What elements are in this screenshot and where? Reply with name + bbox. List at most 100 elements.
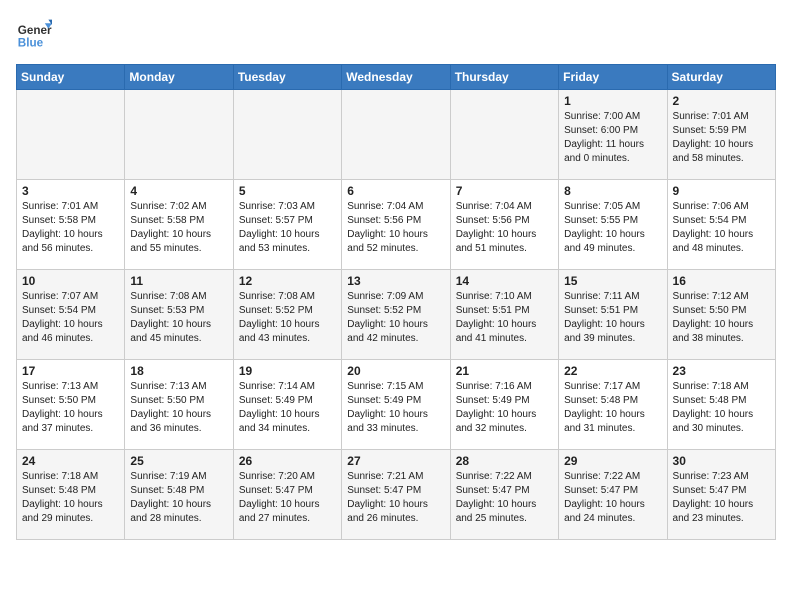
day-info: Sunrise: 7:03 AM Sunset: 5:57 PM Dayligh…: [239, 200, 336, 256]
calendar-cell: 7 Sunrise: 7:04 AM Sunset: 5:56 PM Daylig…: [450, 180, 558, 270]
day-info: Sunrise: 7:17 AM Sunset: 5:48 PM Dayligh…: [564, 380, 661, 436]
calendar-cell: 16Sunrise: 7:12 AM Sunset: 5:50 PM Dayli…: [667, 270, 775, 360]
day-number: 13: [347, 274, 444, 288]
day-number: 4: [130, 184, 227, 198]
calendar-cell: 26 Sunrise: 7:20 AM Sunset: 5:47 PM Dayli…: [233, 450, 341, 540]
day-info: Sunrise: 7:11 AM Sunset: 5:51 PM Dayligh…: [564, 290, 661, 346]
day-info: Sunrise: 7:00 AM Sunset: 6:00 PM Dayligh…: [564, 110, 661, 166]
day-number: 14: [456, 274, 553, 288]
calendar-table: SundayMondayTuesdayWednesdayThursdayFrid…: [16, 64, 776, 540]
calendar-cell: 29 Sunrise: 7:22 AM Sunset: 5:47 PM Dayli…: [559, 450, 667, 540]
day-number: 24: [22, 454, 119, 468]
weekday-header-sunday: Sunday: [17, 65, 125, 90]
calendar-cell: 1 Sunrise: 7:00 AM Sunset: 6:00 PM Daylig…: [559, 90, 667, 180]
day-info: Sunrise: 7:04 AM Sunset: 5:56 PM Dayligh…: [456, 200, 553, 256]
weekday-header-saturday: Saturday: [667, 65, 775, 90]
weekday-header-thursday: Thursday: [450, 65, 558, 90]
calendar-cell: 2Sunrise: 7:01 AM Sunset: 5:59 PM Daylig…: [667, 90, 775, 180]
calendar-cell: 22 Sunrise: 7:17 AM Sunset: 5:48 PM Dayli…: [559, 360, 667, 450]
logo-icon: General Blue: [16, 16, 52, 52]
day-number: 17: [22, 364, 119, 378]
day-info: Sunrise: 7:09 AM Sunset: 5:52 PM Dayligh…: [347, 290, 444, 346]
calendar-cell: 10 Sunrise: 7:07 AM Sunset: 5:54 PM Dayli…: [17, 270, 125, 360]
calendar-cell: 30Sunrise: 7:23 AM Sunset: 5:47 PM Dayli…: [667, 450, 775, 540]
calendar-cell: 6Sunrise: 7:04 AM Sunset: 5:56 PM Daylig…: [342, 180, 450, 270]
day-number: 15: [564, 274, 661, 288]
day-number: 21: [456, 364, 553, 378]
day-number: 12: [239, 274, 336, 288]
day-number: 18: [130, 364, 227, 378]
calendar-cell: 15 Sunrise: 7:11 AM Sunset: 5:51 PM Dayli…: [559, 270, 667, 360]
day-info: Sunrise: 7:12 AM Sunset: 5:50 PM Dayligh…: [673, 290, 770, 346]
day-number: 26: [239, 454, 336, 468]
day-number: 9: [673, 184, 770, 198]
calendar-cell: 18 Sunrise: 7:13 AM Sunset: 5:50 PM Dayli…: [125, 360, 233, 450]
weekday-header-monday: Monday: [125, 65, 233, 90]
day-info: Sunrise: 7:18 AM Sunset: 5:48 PM Dayligh…: [673, 380, 770, 436]
day-info: Sunrise: 7:02 AM Sunset: 5:58 PM Dayligh…: [130, 200, 227, 256]
day-number: 19: [239, 364, 336, 378]
day-number: 1: [564, 94, 661, 108]
day-number: 22: [564, 364, 661, 378]
weekday-header-tuesday: Tuesday: [233, 65, 341, 90]
calendar-cell: 11 Sunrise: 7:08 AM Sunset: 5:53 PM Dayli…: [125, 270, 233, 360]
day-info: Sunrise: 7:10 AM Sunset: 5:51 PM Dayligh…: [456, 290, 553, 346]
calendar-cell: 3 Sunrise: 7:01 AM Sunset: 5:58 PM Daylig…: [17, 180, 125, 270]
day-info: Sunrise: 7:06 AM Sunset: 5:54 PM Dayligh…: [673, 200, 770, 256]
day-number: 20: [347, 364, 444, 378]
calendar-cell: 12 Sunrise: 7:08 AM Sunset: 5:52 PM Dayli…: [233, 270, 341, 360]
day-info: Sunrise: 7:14 AM Sunset: 5:49 PM Dayligh…: [239, 380, 336, 436]
calendar-cell: 25 Sunrise: 7:19 AM Sunset: 5:48 PM Dayli…: [125, 450, 233, 540]
header: General Blue: [16, 16, 776, 52]
calendar-cell: 8Sunrise: 7:05 AM Sunset: 5:55 PM Daylig…: [559, 180, 667, 270]
day-number: 2: [673, 94, 770, 108]
calendar-week-row: 1 Sunrise: 7:00 AM Sunset: 6:00 PM Daylig…: [17, 90, 776, 180]
day-number: 3: [22, 184, 119, 198]
calendar-cell: 4 Sunrise: 7:02 AM Sunset: 5:58 PM Daylig…: [125, 180, 233, 270]
weekday-header-wednesday: Wednesday: [342, 65, 450, 90]
calendar-cell: 23Sunrise: 7:18 AM Sunset: 5:48 PM Dayli…: [667, 360, 775, 450]
calendar-cell: 20 Sunrise: 7:15 AM Sunset: 5:49 PM Dayli…: [342, 360, 450, 450]
calendar-body: 1 Sunrise: 7:00 AM Sunset: 6:00 PM Daylig…: [17, 90, 776, 540]
day-info: Sunrise: 7:22 AM Sunset: 5:47 PM Dayligh…: [564, 470, 661, 526]
calendar-cell: [17, 90, 125, 180]
calendar-cell: 27Sunrise: 7:21 AM Sunset: 5:47 PM Dayli…: [342, 450, 450, 540]
calendar-week-row: 24 Sunrise: 7:18 AM Sunset: 5:48 PM Dayli…: [17, 450, 776, 540]
calendar-week-row: 3 Sunrise: 7:01 AM Sunset: 5:58 PM Daylig…: [17, 180, 776, 270]
calendar-cell: 9 Sunrise: 7:06 AM Sunset: 5:54 PM Daylig…: [667, 180, 775, 270]
weekday-header-friday: Friday: [559, 65, 667, 90]
day-number: 27: [347, 454, 444, 468]
day-number: 29: [564, 454, 661, 468]
day-info: Sunrise: 7:16 AM Sunset: 5:49 PM Dayligh…: [456, 380, 553, 436]
calendar-cell: 13 Sunrise: 7:09 AM Sunset: 5:52 PM Dayli…: [342, 270, 450, 360]
day-number: 25: [130, 454, 227, 468]
day-info: Sunrise: 7:23 AM Sunset: 5:47 PM Dayligh…: [673, 470, 770, 526]
day-info: Sunrise: 7:07 AM Sunset: 5:54 PM Dayligh…: [22, 290, 119, 346]
day-info: Sunrise: 7:18 AM Sunset: 5:48 PM Dayligh…: [22, 470, 119, 526]
calendar-cell: [342, 90, 450, 180]
calendar-cell: 21 Sunrise: 7:16 AM Sunset: 5:49 PM Dayli…: [450, 360, 558, 450]
calendar-cell: 14 Sunrise: 7:10 AM Sunset: 5:51 PM Dayli…: [450, 270, 558, 360]
day-info: Sunrise: 7:20 AM Sunset: 5:47 PM Dayligh…: [239, 470, 336, 526]
calendar-week-row: 10 Sunrise: 7:07 AM Sunset: 5:54 PM Dayli…: [17, 270, 776, 360]
day-number: 7: [456, 184, 553, 198]
calendar-cell: 28Sunrise: 7:22 AM Sunset: 5:47 PM Dayli…: [450, 450, 558, 540]
day-info: Sunrise: 7:13 AM Sunset: 5:50 PM Dayligh…: [22, 380, 119, 436]
logo: General Blue: [16, 16, 52, 52]
day-info: Sunrise: 7:19 AM Sunset: 5:48 PM Dayligh…: [130, 470, 227, 526]
calendar-cell: 19 Sunrise: 7:14 AM Sunset: 5:49 PM Dayli…: [233, 360, 341, 450]
day-info: Sunrise: 7:08 AM Sunset: 5:52 PM Dayligh…: [239, 290, 336, 346]
day-info: Sunrise: 7:15 AM Sunset: 5:49 PM Dayligh…: [347, 380, 444, 436]
day-number: 6: [347, 184, 444, 198]
day-number: 8: [564, 184, 661, 198]
day-number: 10: [22, 274, 119, 288]
day-number: 11: [130, 274, 227, 288]
day-number: 28: [456, 454, 553, 468]
calendar-cell: 17 Sunrise: 7:13 AM Sunset: 5:50 PM Dayli…: [17, 360, 125, 450]
calendar-cell: 24 Sunrise: 7:18 AM Sunset: 5:48 PM Dayli…: [17, 450, 125, 540]
day-info: Sunrise: 7:01 AM Sunset: 5:58 PM Dayligh…: [22, 200, 119, 256]
calendar-cell: [233, 90, 341, 180]
day-info: Sunrise: 7:13 AM Sunset: 5:50 PM Dayligh…: [130, 380, 227, 436]
day-number: 5: [239, 184, 336, 198]
day-info: Sunrise: 7:08 AM Sunset: 5:53 PM Dayligh…: [130, 290, 227, 346]
